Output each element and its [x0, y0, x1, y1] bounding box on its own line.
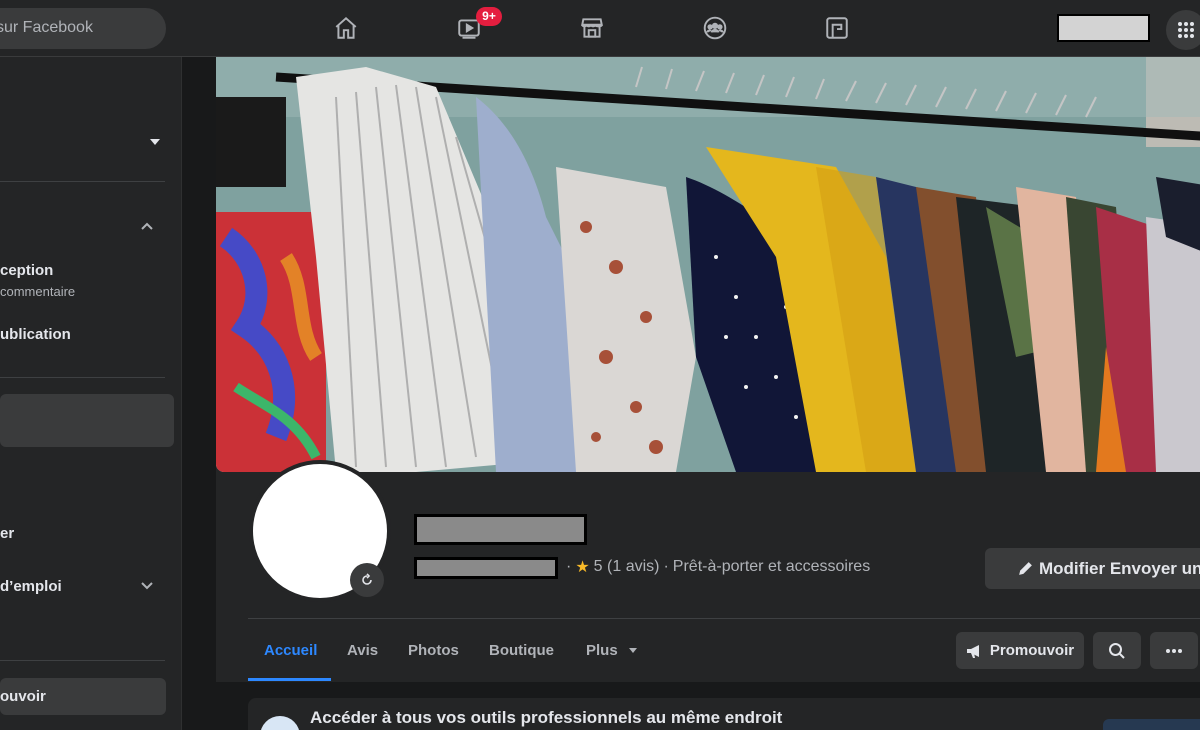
redacted-page-handle	[414, 557, 558, 579]
meta-separator: ·	[566, 558, 572, 575]
caret-down-icon	[628, 648, 637, 653]
search-placeholder: sur Facebook	[0, 19, 93, 36]
tabs-divider	[248, 618, 1200, 619]
sidebar-divider	[0, 660, 165, 661]
search-button[interactable]	[1093, 632, 1141, 669]
sidebar-divider	[0, 377, 165, 378]
chevron-down-icon[interactable]	[140, 579, 154, 593]
redacted-page-name	[414, 514, 587, 545]
camera-icon[interactable]	[350, 563, 384, 597]
sidebar-promote-label: ouvoir	[0, 688, 46, 705]
page-rating[interactable]: 5 (1 avis)	[594, 558, 660, 576]
home-icon[interactable]	[330, 12, 362, 44]
tab-boutique[interactable]: Boutique	[489, 642, 554, 659]
tab-plus-label: Plus	[586, 642, 618, 659]
notification-badge: 9+	[476, 7, 502, 26]
more-icon	[1166, 648, 1182, 653]
top-navigation-bar: sur Facebook 9+	[0, 0, 1200, 57]
gaming-pages-icon[interactable]	[821, 12, 853, 44]
redacted-profile-name	[1057, 14, 1150, 42]
more-options-button[interactable]	[1150, 632, 1198, 669]
main-content: · ★ 5 (1 avis) · Prêt-à-porter et access…	[183, 57, 1200, 730]
promote-button[interactable]: Promouvoir	[956, 632, 1084, 669]
business-tools-button[interactable]	[1103, 719, 1200, 730]
tab-plus[interactable]: Plus	[586, 642, 638, 659]
chevron-up-icon[interactable]	[140, 219, 154, 233]
cover-photo[interactable]	[216, 57, 1200, 472]
sidebar-item-selected[interactable]	[0, 394, 174, 447]
search-input[interactable]: sur Facebook	[0, 8, 166, 49]
tab-photos[interactable]: Photos	[408, 642, 459, 659]
left-sidebar: ception commentaire ublication er d’empl…	[0, 57, 182, 730]
meta-separator: ·	[663, 558, 669, 575]
page-category[interactable]: Prêt-à-porter et accessoires	[673, 558, 870, 576]
edit-send-label: Modifier Envoyer un	[1039, 559, 1200, 578]
sidebar-promote-button[interactable]: ouvoir	[0, 678, 166, 715]
tab-accueil[interactable]: Accueil	[264, 642, 317, 659]
business-suite-icon	[260, 716, 300, 730]
megaphone-icon	[966, 644, 979, 658]
business-tools-card: Accéder à tous vos outils professionnels…	[248, 698, 1200, 730]
business-tools-title: Accéder à tous vos outils professionnels…	[310, 708, 783, 727]
star-icon: ★	[575, 559, 590, 576]
edit-send-button[interactable]: Modifier Envoyer un	[985, 548, 1200, 589]
sidebar-item-publication[interactable]: ublication	[0, 326, 71, 343]
sidebar-item-emploi[interactable]: d’emploi	[0, 578, 62, 595]
cover-image-clothing-rack	[216, 57, 1200, 472]
caret-down-icon[interactable]	[148, 135, 162, 149]
marketplace-icon[interactable]	[576, 12, 608, 44]
apps-menu-button[interactable]	[1166, 10, 1200, 50]
grid-icon	[1178, 22, 1194, 38]
profile-header: · ★ 5 (1 avis) · Prêt-à-porter et access…	[216, 57, 1200, 682]
groups-icon[interactable]	[699, 12, 731, 44]
search-icon	[1109, 642, 1125, 659]
sidebar-divider	[0, 181, 165, 182]
page-meta: · ★ 5 (1 avis) · Prêt-à-porter et access…	[566, 557, 870, 577]
sidebar-item-reception-sub: commentaire	[0, 284, 76, 299]
active-tab-indicator	[248, 678, 331, 681]
tab-avis[interactable]: Avis	[347, 642, 378, 659]
sidebar-item-er[interactable]: er	[0, 525, 14, 542]
promote-label: Promouvoir	[989, 642, 1075, 659]
sidebar-item-reception[interactable]: ception	[0, 262, 53, 279]
pencil-icon	[1019, 562, 1032, 575]
